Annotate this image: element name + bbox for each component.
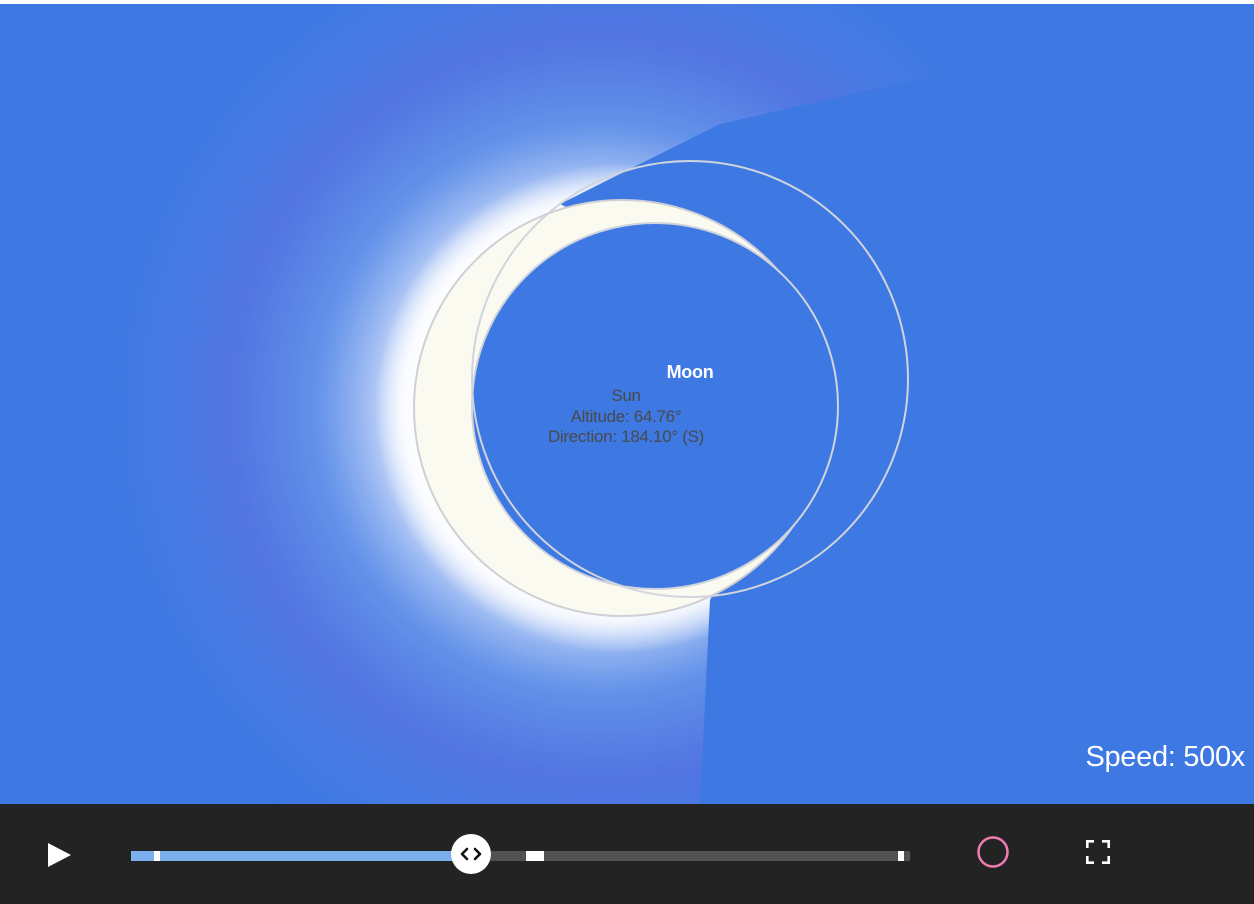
sun-info: Sun Altitude: 64.76° Direction: 184.10° … [500, 386, 752, 448]
chevrons-left-right-icon [460, 847, 481, 861]
timeline-marker [897, 851, 904, 861]
fullscreen-button[interactable] [1078, 832, 1118, 872]
timeline-marker [153, 851, 160, 861]
timeline-progress [131, 851, 471, 861]
control-bar [0, 804, 1254, 904]
circle-icon [977, 836, 1009, 868]
sun-label: Sun [611, 386, 641, 405]
timeline-thumb[interactable] [450, 834, 491, 874]
sky-view: Moon Sun Altitude: 64.76° Direction: 184… [0, 4, 1254, 804]
fullscreen-icon [1086, 840, 1110, 864]
eclipse-simulator: Moon Sun Altitude: 64.76° Direction: 184… [0, 0, 1254, 904]
sun-altitude: Altitude: 64.76° [570, 406, 682, 426]
sun-direction: Direction: 184.10° (S) [547, 427, 705, 446]
timeline-marker [525, 851, 544, 861]
play-button[interactable] [36, 830, 82, 878]
moon-label: Moon [666, 362, 714, 382]
play-icon [48, 843, 71, 867]
record-button[interactable] [970, 830, 1016, 876]
speed-readout: Speed: 500x [1085, 741, 1245, 773]
timeline-slider[interactable] [131, 851, 910, 861]
